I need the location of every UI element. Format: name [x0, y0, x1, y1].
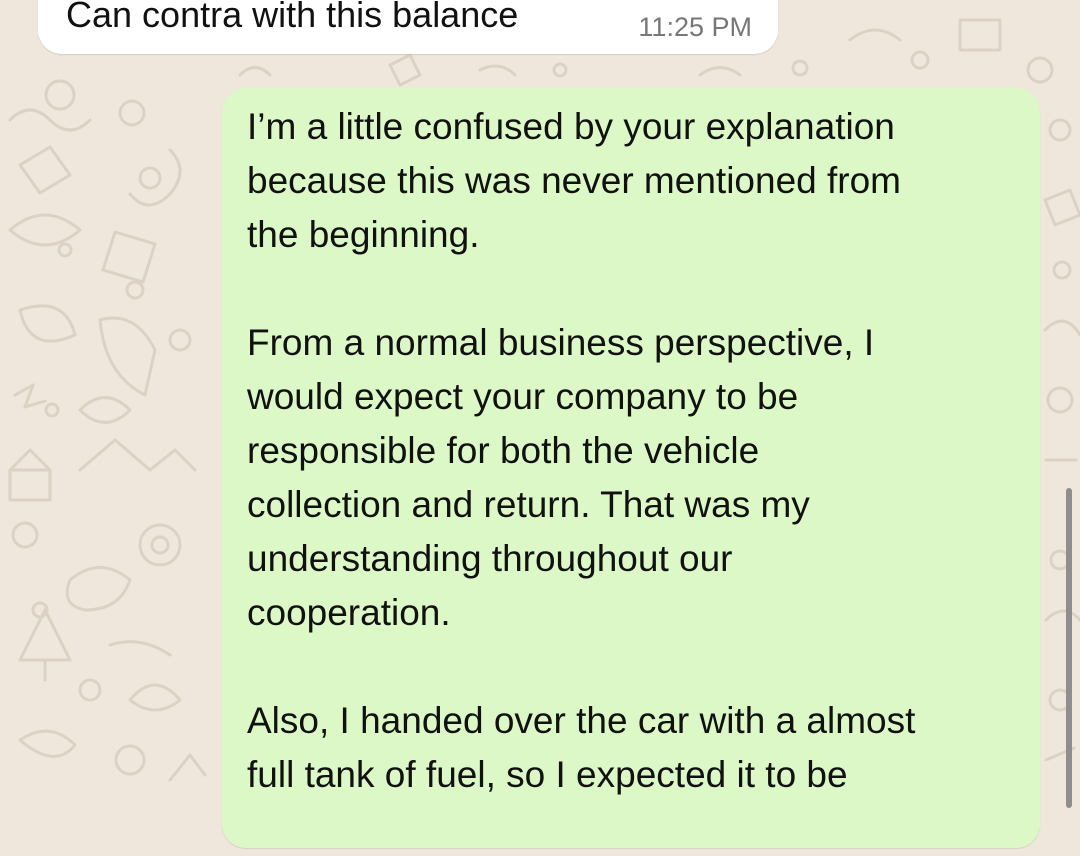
- outgoing-message-bubble[interactable]: I’m a little confused by your explanatio…: [222, 88, 1040, 848]
- outgoing-paragraph: I’m a little confused by your explanatio…: [247, 106, 902, 255]
- outgoing-paragraph: From a normal business perspective, I wo…: [247, 322, 875, 633]
- outgoing-message-text: I’m a little confused by your explanatio…: [247, 100, 1017, 856]
- incoming-message-timestamp: 11:25 PM: [638, 12, 752, 42]
- scrollbar-thumb[interactable]: [1066, 488, 1072, 808]
- incoming-message-bubble[interactable]: Can contra with this balance 11:25 PM: [38, 0, 778, 54]
- outgoing-paragraph: Also, I handed over the car with a almos…: [247, 700, 916, 795]
- incoming-message-text: Can contra with this balance: [66, 0, 519, 35]
